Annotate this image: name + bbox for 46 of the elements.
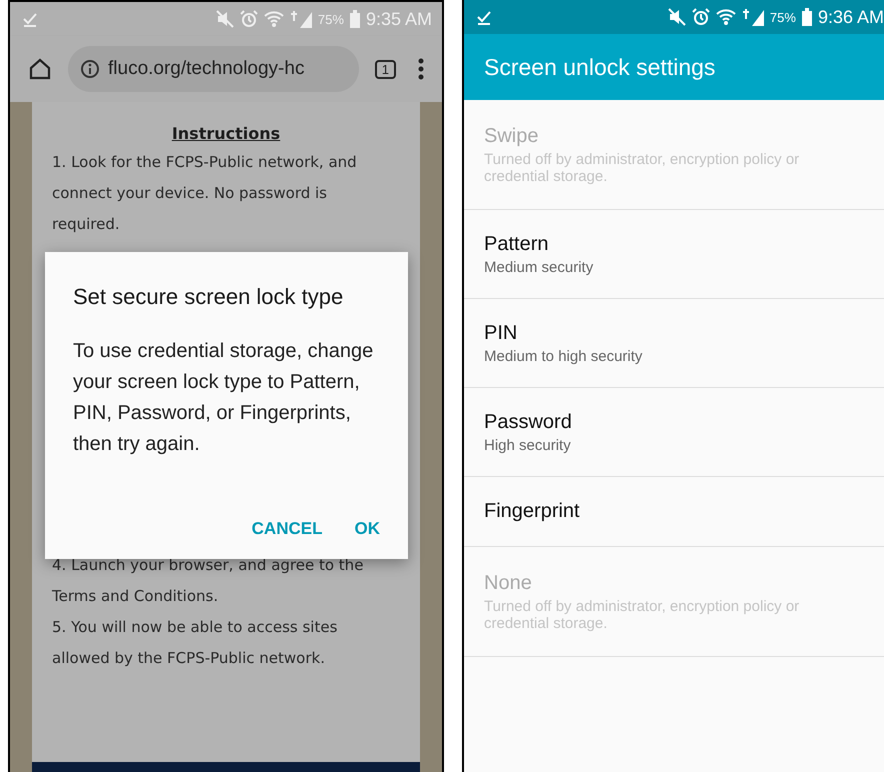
wifi-icon: [716, 8, 736, 26]
clock-time: 9:36 AM: [818, 6, 884, 28]
dialog-message: To use credential storage, change your screen lock type to Pattern, PIN, Password, or Fingerprints, then try again.: [73, 339, 374, 457]
mute-icon: [216, 10, 234, 28]
settings-option[interactable]: Fingerprint: [464, 477, 884, 547]
option-summary: Medium to high security: [484, 348, 644, 364]
wifi-icon: [264, 10, 284, 28]
check-icon: [22, 11, 38, 27]
alarm-icon: [240, 10, 258, 28]
clock-time: 9:35 AM: [366, 8, 432, 30]
page-text: 5. You will now be able to access sites: [52, 617, 338, 638]
page-text: connect your device. No password is: [52, 183, 328, 204]
mute-icon: [668, 8, 686, 26]
option-label: Password: [484, 410, 573, 434]
check-icon: [476, 9, 492, 25]
home-icon[interactable]: [28, 57, 52, 81]
alarm-icon: [692, 8, 710, 26]
battery-percent: 75%: [770, 10, 796, 24]
url-text: fluco.org/technology-hᴄ: [108, 58, 304, 80]
page-text: Terms and Conditions.: [52, 586, 220, 607]
dialog-title: Set secure screen lock type: [73, 284, 344, 310]
option-label: None: [484, 572, 533, 594]
signal-icon: [290, 10, 312, 28]
battery-icon: [350, 10, 360, 28]
tab-count-button[interactable]: 1: [374, 60, 396, 78]
page-text: allowed by the FCPS-Public network.: [52, 648, 326, 669]
battery-percent: 75%: [318, 12, 344, 26]
address-bar[interactable]: fluco.org/technology-hᴄ: [68, 46, 359, 92]
page-text: 4. Launch your browser, and agree to the: [52, 555, 364, 576]
option-summary: Medium security: [484, 258, 594, 276]
option-label: Fingerprint: [484, 500, 581, 523]
menu-icon[interactable]: [418, 58, 424, 80]
settings-option[interactable]: PIN Medium to high security: [464, 299, 884, 388]
page-text: required.: [52, 214, 121, 235]
option-label: PIN: [484, 322, 518, 344]
info-icon: [80, 59, 100, 79]
option-summary: High security: [484, 436, 572, 454]
signal-icon: [742, 8, 764, 26]
screen-title: Screen unlock settings: [484, 54, 716, 80]
page-text: 1. Look for the FCPS-Public network, and: [52, 152, 358, 173]
settings-option[interactable]: Password High security: [464, 388, 884, 477]
settings-option[interactable]: Pattern Medium security: [464, 210, 884, 299]
battery-icon: [802, 8, 812, 26]
option-label: Pattern: [484, 232, 550, 256]
page-heading: Instructions: [170, 124, 282, 143]
option-label: Swipe: [484, 124, 540, 148]
